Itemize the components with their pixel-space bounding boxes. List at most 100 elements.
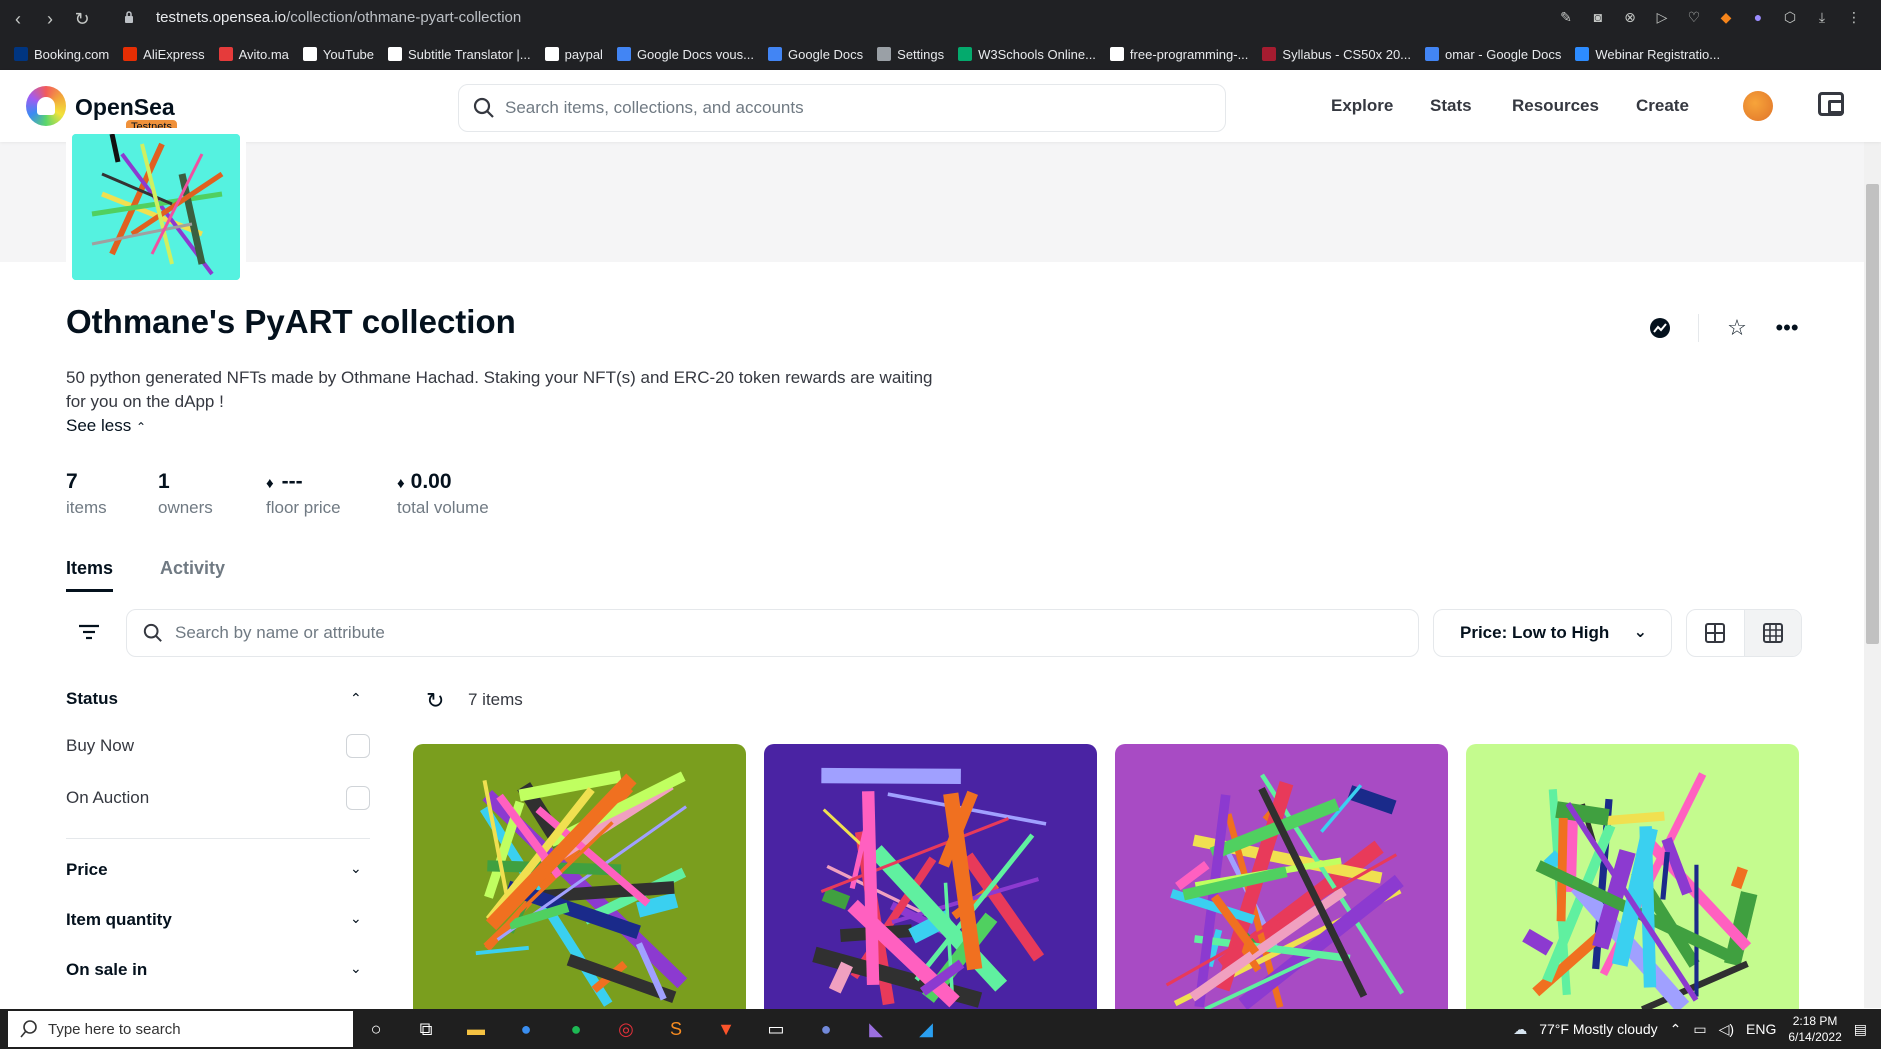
terminal-icon[interactable]: ▭ — [760, 1013, 792, 1045]
nft-artwork — [1466, 744, 1799, 1010]
nav-create[interactable]: Create — [1636, 96, 1689, 116]
file-explorer-icon[interactable]: ▬ — [460, 1013, 492, 1045]
bookmark-item[interactable]: YouTube — [302, 46, 375, 62]
item-quantity-section[interactable]: Item quantity — [66, 910, 172, 930]
profile-avatar[interactable] — [1743, 91, 1773, 121]
chevron-down-icon[interactable]: ⌄ — [350, 860, 362, 877]
bookmark-icon — [877, 47, 892, 61]
buy-now-checkbox[interactable] — [346, 734, 370, 758]
bookmark-item[interactable]: Subtitle Translator |... — [388, 47, 531, 62]
download-icon[interactable]: ⤓ — [1813, 8, 1831, 26]
bookmark-item[interactable]: AliExpress — [123, 47, 205, 62]
tab-items[interactable]: Items — [66, 558, 113, 579]
bookmark-item[interactable]: Google Docs vous... — [616, 47, 754, 62]
bookmark-icon — [616, 47, 631, 61]
task-view-icon[interactable]: ⧉ — [410, 1013, 442, 1045]
item-search-input[interactable]: Search by name or attribute — [126, 609, 1419, 657]
wallet-icon[interactable] — [1818, 92, 1844, 116]
edit-icon[interactable]: ✎ — [1557, 8, 1575, 26]
cube-icon[interactable]: ⬡ — [1781, 8, 1799, 26]
menu-dots-icon[interactable]: ⋮ — [1845, 8, 1863, 26]
status-heading[interactable]: Status — [66, 689, 118, 709]
clock[interactable]: 2:18 PM 6/14/2022 — [1788, 1013, 1841, 1045]
on-auction-checkbox[interactable] — [346, 786, 370, 810]
metamask-icon[interactable]: ◆ — [1717, 8, 1735, 26]
clock-time: 2:18 PM — [1792, 1014, 1838, 1028]
opensea-logo-icon[interactable] — [26, 86, 66, 126]
bookmark-item[interactable]: free-programming-... — [1109, 47, 1248, 62]
bookmark-item[interactable]: Webinar Registratio... — [1575, 47, 1720, 62]
reload-icon[interactable]: ↻ — [66, 3, 98, 35]
nav-resources[interactable]: Resources — [1512, 96, 1599, 116]
see-less-link[interactable]: See less ⌃ — [66, 416, 146, 436]
large-grid-icon[interactable] — [1687, 610, 1744, 656]
global-search-input[interactable]: Search items, collections, and accounts — [458, 84, 1226, 132]
bookmark-item[interactable]: Google Docs — [768, 47, 863, 62]
nft-card[interactable] — [1115, 744, 1448, 1010]
global-search-placeholder: Search items, collections, and accounts — [505, 98, 804, 117]
bookmark-icon — [1109, 47, 1124, 61]
nft-card[interactable] — [1466, 744, 1799, 1010]
bookmarks-bar: Booking.com AliExpress Avito.ma YouTube Subt… — [0, 40, 1881, 68]
bookmark-icon — [1262, 47, 1277, 61]
more-options-icon[interactable]: ••• — [1767, 312, 1807, 344]
forward-icon[interactable]: › — [34, 3, 66, 35]
extension-circle-icon[interactable]: ● — [1749, 8, 1767, 26]
bookmark-item[interactable]: Syllabus - CS50x 20... — [1262, 47, 1411, 62]
lock-icon — [125, 11, 133, 23]
brave-icon[interactable]: ▼ — [710, 1013, 742, 1045]
close-circle-icon[interactable]: ⊗ — [1621, 8, 1639, 26]
bookmark-item[interactable]: W3Schools Online... — [958, 47, 1096, 62]
chevron-up-icon[interactable]: ⌃ — [350, 690, 362, 707]
bookmark-item[interactable]: Booking.com — [14, 47, 109, 62]
taskbar-search-input[interactable]: Type here to search — [8, 1011, 353, 1047]
language-indicator[interactable]: ENG — [1746, 1021, 1776, 1037]
bookmark-label: Booking.com — [34, 46, 110, 62]
nft-card[interactable] — [764, 744, 1097, 1010]
visual-studio-icon[interactable]: ◣ — [860, 1013, 892, 1045]
bookmark-item[interactable]: Settings — [877, 47, 944, 62]
bookmark-label: Avito.ma — [238, 46, 289, 62]
vscode-icon[interactable]: ◢ — [910, 1013, 942, 1045]
sublime-icon[interactable]: S — [660, 1013, 692, 1045]
nav-explore[interactable]: Explore — [1331, 96, 1393, 116]
tab-activity[interactable]: Activity — [160, 558, 225, 579]
nft-card[interactable] — [413, 744, 746, 1010]
filter-icon[interactable] — [78, 620, 100, 644]
address-bar[interactable]: testnets.opensea.io/collection/othmane-p… — [156, 9, 521, 26]
opera-icon[interactable]: ◎ — [610, 1013, 642, 1045]
bookmark-icon — [1575, 47, 1590, 61]
chevron-down-icon[interactable]: ⌄ — [350, 910, 362, 927]
sort-select[interactable]: Price: Low to High ⌄ — [1433, 609, 1672, 657]
stat-floor-price: ♦ --- floor price — [266, 470, 341, 518]
scrollbar-thumb[interactable] — [1866, 184, 1879, 644]
chevron-up-icon[interactable]: ⌃ — [1670, 1021, 1682, 1038]
cortana-icon[interactable]: ○ — [360, 1013, 392, 1045]
camera-icon[interactable]: ◙ — [1589, 8, 1607, 26]
price-section[interactable]: Price — [66, 860, 108, 880]
bookmark-item[interactable]: Avito.ma — [218, 46, 289, 62]
item-search-placeholder: Search by name or attribute — [175, 623, 385, 642]
star-icon[interactable]: ☆ — [1717, 312, 1757, 344]
nav-stats[interactable]: Stats — [1430, 96, 1472, 116]
discord-icon[interactable]: ● — [810, 1013, 842, 1045]
heart-icon[interactable]: ♡ — [1685, 8, 1703, 26]
activity-chart-icon[interactable] — [1640, 312, 1680, 344]
refresh-icon[interactable]: ↻ — [426, 688, 444, 714]
bookmark-item[interactable]: omar - Google Docs — [1425, 47, 1561, 62]
on-sale-in-section[interactable]: On sale in — [66, 960, 147, 980]
back-icon[interactable]: ‹ — [2, 3, 34, 35]
chevron-down-icon[interactable]: ⌄ — [350, 960, 362, 977]
chevron-up-icon: ⌃ — [135, 420, 146, 434]
network-icon[interactable]: ▭ — [1693, 1021, 1706, 1038]
bookmark-item[interactable]: paypal — [544, 47, 603, 62]
play-icon[interactable]: ▷ — [1653, 8, 1671, 26]
spotify-icon[interactable]: ● — [560, 1013, 592, 1045]
notifications-icon[interactable]: ▤ — [1854, 1021, 1867, 1038]
small-grid-icon[interactable] — [1743, 610, 1801, 656]
brand-name[interactable]: OpenSea — [75, 94, 175, 121]
app-icon[interactable]: ● — [510, 1013, 542, 1045]
volume-icon[interactable]: ◁) — [1719, 1021, 1734, 1038]
weather-text[interactable]: 77°F Mostly cloudy — [1539, 1021, 1657, 1037]
bookmark-label: YouTube — [322, 46, 375, 62]
